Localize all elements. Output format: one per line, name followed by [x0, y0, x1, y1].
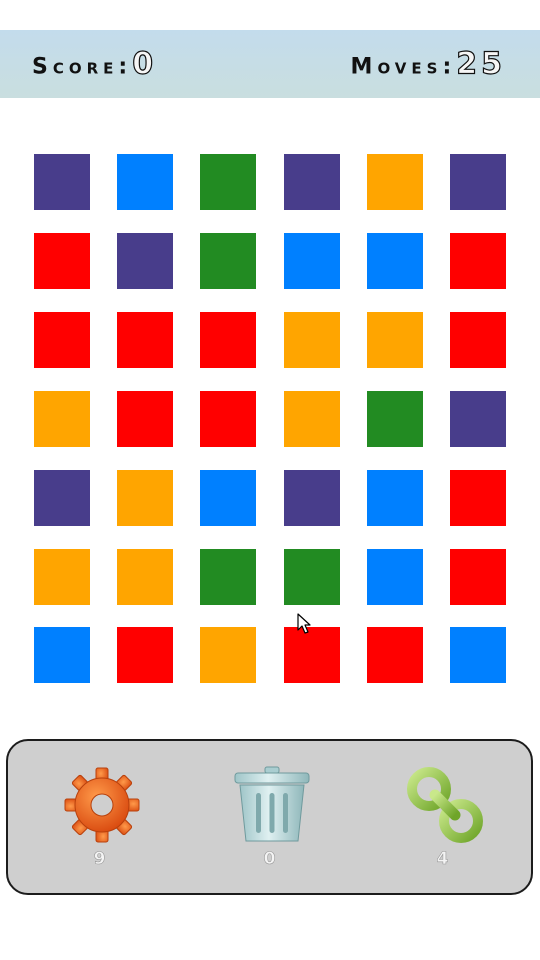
tile-red[interactable]	[117, 391, 173, 447]
score-label: Score:	[32, 54, 133, 80]
tile-red[interactable]	[34, 312, 90, 368]
tile-green[interactable]	[200, 233, 256, 289]
tile-red[interactable]	[450, 470, 506, 526]
tile-red[interactable]	[450, 549, 506, 605]
tile-red[interactable]	[117, 627, 173, 683]
score-value: 0	[132, 46, 158, 82]
tile-blue[interactable]	[284, 233, 340, 289]
tile-blue[interactable]	[367, 233, 423, 289]
tile-purple[interactable]	[284, 470, 340, 526]
gear-count: 9	[93, 849, 107, 870]
tile-blue[interactable]	[367, 549, 423, 605]
tile-red[interactable]	[117, 312, 173, 368]
tile-green[interactable]	[284, 549, 340, 605]
tile-green[interactable]	[200, 154, 256, 210]
tile-purple[interactable]	[284, 154, 340, 210]
moves-value: 25	[456, 46, 506, 82]
moves-label: Moves:	[350, 54, 457, 80]
tile-green[interactable]	[200, 549, 256, 605]
tile-purple[interactable]	[117, 233, 173, 289]
tile-blue[interactable]	[450, 627, 506, 683]
tile-green[interactable]	[367, 391, 423, 447]
tile-orange[interactable]	[284, 312, 340, 368]
tile-orange[interactable]	[284, 391, 340, 447]
tile-orange[interactable]	[367, 312, 423, 368]
tile-purple[interactable]	[34, 470, 90, 526]
chain-powerup-button[interactable]: 4	[398, 763, 488, 873]
trash-powerup-button[interactable]: 0	[225, 763, 315, 873]
tile-blue[interactable]	[117, 154, 173, 210]
chain-count: 4	[436, 849, 450, 870]
mouse-pointer-icon	[297, 613, 311, 634]
chain-link-icon	[407, 767, 483, 843]
tile-red[interactable]	[450, 233, 506, 289]
tile-red[interactable]	[200, 312, 256, 368]
tile-blue[interactable]	[200, 470, 256, 526]
tile-orange[interactable]	[117, 549, 173, 605]
tile-orange[interactable]	[117, 470, 173, 526]
tile-orange[interactable]	[34, 391, 90, 447]
gear-powerup-button[interactable]: 9	[55, 763, 145, 873]
hud-bar: Score:0 Moves:25	[0, 30, 540, 98]
tile-red[interactable]	[34, 233, 90, 289]
tile-blue[interactable]	[34, 627, 90, 683]
tile-blue[interactable]	[367, 470, 423, 526]
tile-red[interactable]	[367, 627, 423, 683]
tile-orange[interactable]	[367, 154, 423, 210]
powerup-tray: 9 0 4	[6, 739, 533, 895]
tile-orange[interactable]	[200, 627, 256, 683]
tile-purple[interactable]	[34, 154, 90, 210]
tile-red[interactable]	[450, 312, 506, 368]
tile-orange[interactable]	[34, 549, 90, 605]
moves-display: Moves:25	[350, 46, 506, 82]
trash-count: 0	[263, 849, 277, 870]
tile-purple[interactable]	[450, 154, 506, 210]
gear-icon	[64, 767, 140, 843]
score-display: Score:0	[32, 46, 158, 82]
trash-icon	[234, 766, 310, 842]
tile-red[interactable]	[284, 627, 340, 683]
tile-purple[interactable]	[450, 391, 506, 447]
tile-red[interactable]	[200, 391, 256, 447]
